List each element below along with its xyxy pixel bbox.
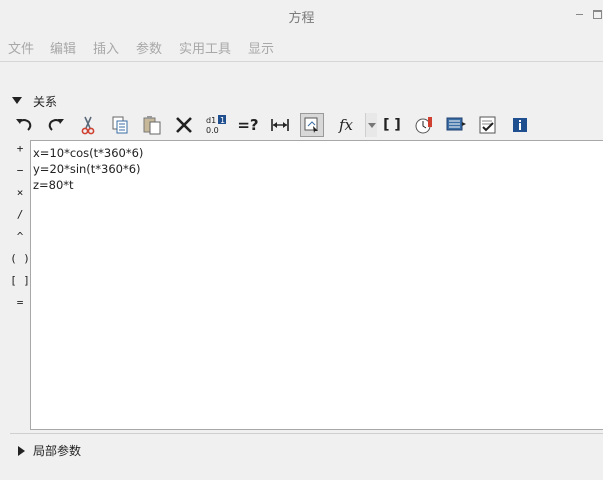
- measure-distance-icon: [271, 119, 289, 131]
- redo-button[interactable]: [44, 113, 68, 137]
- measure-distance-button[interactable]: [268, 113, 292, 137]
- local-params-label: 局部参数: [33, 444, 82, 458]
- title-bar: 方程: [0, 0, 603, 30]
- redo-icon: [48, 119, 64, 131]
- brackets-icon: [ ]: [383, 117, 401, 133]
- relations-label: 关系: [33, 95, 58, 109]
- window-title: 方程: [288, 11, 315, 26]
- menu-insert[interactable]: 插入: [93, 38, 119, 57]
- verify-icon: [479, 116, 496, 134]
- check-relations-button[interactable]: [412, 113, 436, 137]
- undo-icon: [16, 119, 32, 131]
- expand-down-icon: [12, 97, 22, 104]
- minimize-icon[interactable]: [575, 8, 585, 20]
- divide-operator-button[interactable]: /: [10, 208, 30, 221]
- function-dropdown-button[interactable]: [365, 113, 377, 137]
- parentheses-button[interactable]: ( ): [10, 252, 30, 265]
- svg-text:0.0: 0.0: [206, 126, 219, 135]
- check-relations-icon: [415, 117, 432, 134]
- copy-icon: [112, 116, 128, 134]
- equals-operator-button[interactable]: =: [10, 296, 30, 309]
- menu-display[interactable]: 显示: [248, 38, 274, 57]
- evaluate-icon: =?: [237, 116, 259, 134]
- menu-utilities[interactable]: 实用工具: [179, 38, 231, 57]
- toolbar: d1 0.0 1 =? fx [ ]: [10, 112, 530, 138]
- cut-button[interactable]: [76, 113, 100, 137]
- copy-button[interactable]: [108, 113, 132, 137]
- paste-icon: [143, 116, 161, 135]
- insert-function-icon: fx: [338, 116, 353, 134]
- maximize-icon[interactable]: [592, 8, 602, 20]
- svg-text:d1: d1: [206, 116, 216, 125]
- multiply-operator-button[interactable]: ×: [10, 186, 30, 199]
- section-divider: [10, 433, 603, 434]
- menu-params[interactable]: 参数: [136, 38, 162, 57]
- power-operator-button[interactable]: ^: [10, 230, 30, 243]
- info-button[interactable]: [508, 113, 532, 137]
- menu-edit[interactable]: 编辑: [50, 38, 76, 57]
- delete-button[interactable]: [172, 113, 196, 137]
- paste-button[interactable]: [140, 113, 164, 137]
- square-brackets-button[interactable]: [ ]: [10, 274, 30, 287]
- undo-button[interactable]: [12, 113, 36, 137]
- info-icon: [513, 118, 527, 132]
- select-from-model-icon: [304, 117, 318, 133]
- select-from-model-button[interactable]: [300, 113, 324, 137]
- delete-icon: [176, 117, 192, 133]
- evaluate-button[interactable]: =?: [236, 113, 260, 137]
- brackets-button[interactable]: [ ]: [380, 113, 404, 137]
- menu-bar: 文件 编辑 插入 参数 实用工具 显示: [0, 30, 603, 62]
- menu-file[interactable]: 文件: [8, 38, 34, 57]
- insert-function-button[interactable]: fx: [334, 113, 358, 137]
- plus-operator-button[interactable]: +: [10, 142, 30, 155]
- svg-text:1: 1: [220, 116, 225, 125]
- equation-line[interactable]: x=10*cos(t*360*6): [33, 145, 601, 161]
- expand-right-icon: [18, 446, 25, 456]
- cut-icon: [81, 116, 95, 135]
- equation-line[interactable]: z=80*t: [33, 177, 601, 193]
- sort-relations-button[interactable]: d1 0.0 1: [204, 113, 228, 137]
- display-value-button[interactable]: [444, 113, 468, 137]
- display-value-icon: [446, 117, 466, 131]
- minus-operator-button[interactable]: −: [10, 164, 30, 177]
- relations-editor[interactable]: x=10*cos(t*360*6) y=20*sin(t*360*6) z=80…: [30, 140, 603, 430]
- verify-button[interactable]: [476, 113, 500, 137]
- sort-relations-icon: d10.01: [206, 115, 226, 135]
- equation-line[interactable]: y=20*sin(t*360*6): [33, 161, 601, 177]
